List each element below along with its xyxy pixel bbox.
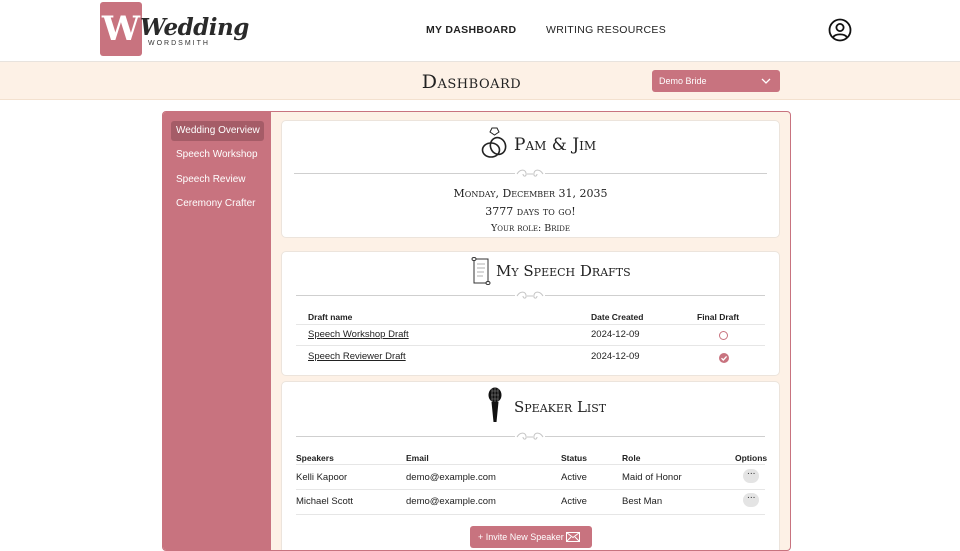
scroll-icon <box>471 257 491 285</box>
column-header-role: Role <box>622 453 641 463</box>
envelope-icon <box>566 532 580 542</box>
chevron-down-icon <box>761 78 771 84</box>
role-select[interactable]: Demo Bride <box>652 70 780 92</box>
sidebar-item-ceremony-crafter[interactable]: Ceremony Crafter <box>171 194 264 214</box>
column-header-speakers: Speakers <box>296 453 334 463</box>
draft-date: 2024-12-09 <box>591 329 640 340</box>
column-header-status: Status <box>561 453 587 463</box>
more-options-icon[interactable]: ··· <box>743 493 759 507</box>
speaker-name: Michael Scott <box>296 496 354 507</box>
sidebar-item-speech-review[interactable]: Speech Review <box>171 170 264 190</box>
speaker-role: Maid of Honor <box>622 472 682 483</box>
speaker-role: Best Man <box>622 496 663 507</box>
microphone-icon <box>488 387 502 422</box>
speaker-email: demo@example.com <box>406 496 496 507</box>
more-options-icon[interactable]: ··· <box>743 469 759 483</box>
flourish-icon <box>515 168 545 180</box>
row-divider <box>296 345 765 346</box>
final-draft-radio[interactable] <box>719 331 728 340</box>
sidebar-item-speech-workshop[interactable]: Speech Workshop <box>171 145 264 165</box>
sidebar-item-wedding-overview[interactable]: Wedding Overview <box>171 121 264 141</box>
user-icon[interactable] <box>828 18 852 42</box>
logo-wordmark: Wedding <box>140 14 249 41</box>
speaker-list-card: Speaker List Speakers Email Status Role … <box>281 381 780 550</box>
role-select-value: Demo Bride <box>659 76 707 86</box>
row-divider <box>296 324 765 325</box>
rings-icon <box>481 127 507 158</box>
speaker-email: demo@example.com <box>406 472 496 483</box>
logo-badge: W <box>100 2 142 56</box>
speaker-status: Active <box>561 496 587 507</box>
logo-subtitle: WORDSMITH <box>148 40 210 47</box>
column-header-final-draft: Final Draft <box>697 312 740 322</box>
flourish-icon <box>515 431 545 443</box>
draft-link[interactable]: Speech Reviewer Draft <box>308 351 406 362</box>
wedding-overview-card: Pam & Jim Monday, December 31, 2035 3777… <box>281 120 780 238</box>
column-header-options: Options <box>735 453 768 463</box>
dashboard-header: Dashboard Demo Bride <box>0 62 960 100</box>
row-divider <box>296 489 765 490</box>
couple-names: Pam & Jim <box>514 135 597 155</box>
invite-speaker-label: + Invite New Speaker <box>478 532 564 542</box>
sidebar: Wedding Overview Speech Workshop Speech … <box>163 112 271 550</box>
row-divider <box>296 514 765 515</box>
speaker-list-title: Speaker List <box>514 398 607 416</box>
page-title: Dashboard <box>421 71 522 93</box>
flourish-icon <box>515 290 545 302</box>
speaker-status: Active <box>561 472 587 483</box>
nav-my-dashboard[interactable]: MY DASHBOARD <box>426 24 516 36</box>
draft-link[interactable]: Speech Workshop Draft <box>308 329 409 340</box>
column-header-email: Email <box>406 453 429 463</box>
logo[interactable]: W Wedding WORDSMITH <box>100 2 249 58</box>
column-header-draft-name: Draft name <box>308 312 353 322</box>
final-draft-radio-checked[interactable] <box>719 353 729 363</box>
dashboard-panel: Wedding Overview Speech Workshop Speech … <box>162 111 791 551</box>
user-role: Your role: Bride <box>491 223 570 234</box>
countdown: 3777 days to go! <box>485 205 576 218</box>
drafts-title: My Speech Drafts <box>496 262 631 280</box>
nav-writing-resources[interactable]: WRITING RESOURCES <box>546 24 666 36</box>
draft-date: 2024-12-09 <box>591 351 640 362</box>
column-header-date-created: Date Created <box>591 312 644 322</box>
top-nav: W Wedding WORDSMITH MY DASHBOARD WRITING… <box>0 0 960 62</box>
invite-speaker-button[interactable]: + Invite New Speaker <box>470 526 592 548</box>
speech-drafts-card: My Speech Drafts Draft name Date Created… <box>281 251 780 376</box>
speaker-name: Kelli Kapoor <box>296 472 348 483</box>
check-icon <box>721 355 728 361</box>
row-divider <box>296 464 765 465</box>
wedding-date: Monday, December 31, 2035 <box>453 187 608 200</box>
